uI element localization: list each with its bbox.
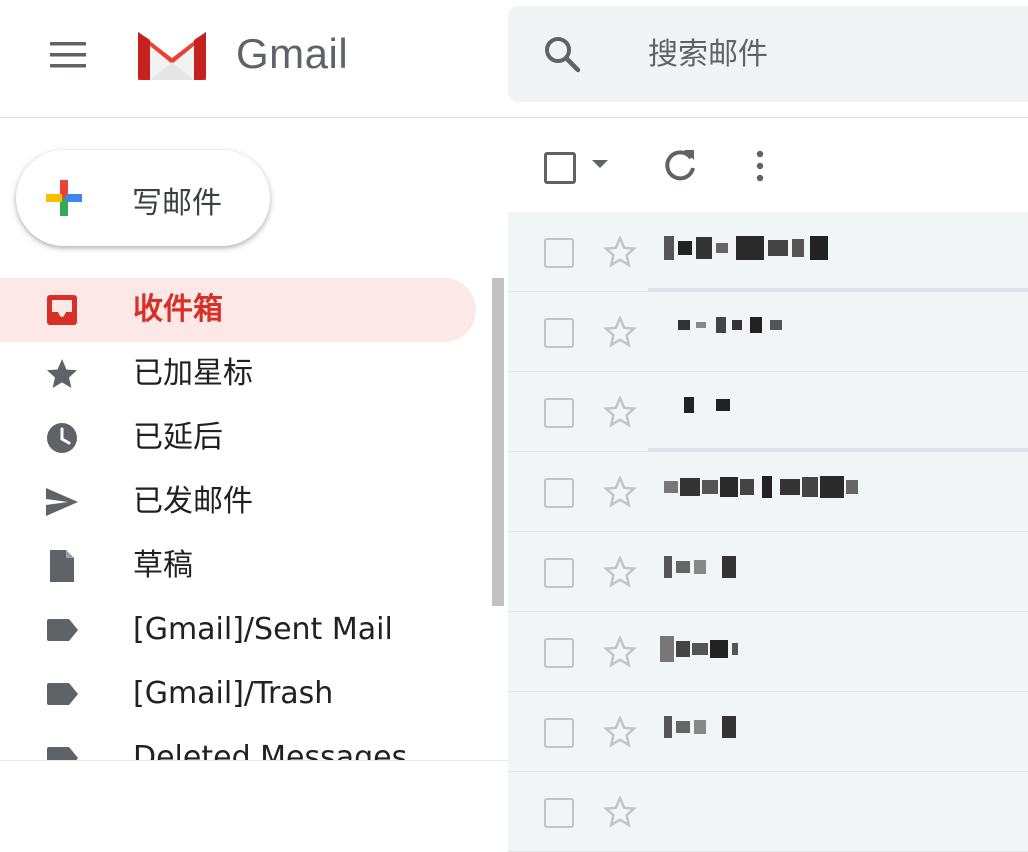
sidebar-nav: 收件箱 已加星标 已延后 已发邮件 草稿 [Gmail]/Sent Mail [… xyxy=(0,278,480,790)
star-outline-icon[interactable] xyxy=(602,714,638,750)
sidebar-item-label: 草稿 xyxy=(133,548,193,583)
sidebar-item-snoozed[interactable]: 已延后 xyxy=(0,406,476,470)
draft-icon xyxy=(44,548,80,584)
redacted-sender xyxy=(678,316,782,346)
redacted-sender xyxy=(664,716,736,746)
sidebar-item-label: [Gmail]/Trash xyxy=(133,676,334,711)
star-outline-icon[interactable] xyxy=(602,474,638,510)
mail-row[interactable] xyxy=(508,372,1028,454)
label-icon xyxy=(44,676,80,712)
select-caret-icon[interactable] xyxy=(592,160,608,168)
main-menu-button[interactable] xyxy=(40,30,96,80)
sidebar-item-drafts[interactable]: 草稿 xyxy=(0,534,476,598)
menu-icon xyxy=(50,42,86,68)
search-icon[interactable] xyxy=(542,34,582,74)
sidebar-item-inbox[interactable]: 收件箱 xyxy=(0,278,476,342)
sidebar-item-label: 已发邮件 xyxy=(133,484,253,519)
row-checkbox[interactable] xyxy=(544,478,574,508)
mail-row[interactable] xyxy=(508,532,1028,612)
compose-button[interactable]: 写邮件 xyxy=(16,150,270,246)
gmail-brand: Gmail xyxy=(236,30,349,77)
gmail-logo[interactable] xyxy=(134,26,210,82)
star-outline-icon[interactable] xyxy=(602,234,638,270)
redacted-sender xyxy=(664,476,858,506)
sidebar-item-sent[interactable]: 已发邮件 xyxy=(0,470,476,534)
compose-plus-icon xyxy=(46,180,82,216)
star-outline-icon[interactable] xyxy=(602,554,638,590)
star-outline-icon[interactable] xyxy=(602,794,638,830)
redacted-sender xyxy=(684,396,730,426)
sidebar-footer xyxy=(0,760,508,810)
row-checkbox[interactable] xyxy=(544,238,574,268)
star-outline-icon[interactable] xyxy=(602,394,638,430)
redacted-sender xyxy=(664,556,736,586)
mail-row[interactable] xyxy=(508,452,1028,532)
refresh-icon[interactable] xyxy=(660,146,700,186)
clock-icon xyxy=(44,420,80,456)
row-checkbox[interactable] xyxy=(544,398,574,428)
sidebar-item-label: 收件箱 xyxy=(133,292,223,327)
more-vert-icon[interactable] xyxy=(744,146,776,186)
search-bar[interactable] xyxy=(508,6,1028,102)
row-checkbox[interactable] xyxy=(544,558,574,588)
compose-label: 写邮件 xyxy=(132,186,222,221)
sidebar-item-label: [Gmail]/Sent Mail xyxy=(133,612,393,647)
send-icon xyxy=(44,484,80,520)
mail-toolbar xyxy=(508,120,1028,212)
inbox-icon xyxy=(44,292,80,328)
star-outline-icon[interactable] xyxy=(602,634,638,670)
redacted-sender xyxy=(660,636,738,666)
sidebar-scrollbar[interactable] xyxy=(492,278,504,606)
row-checkbox[interactable] xyxy=(544,718,574,748)
search-input[interactable] xyxy=(648,32,1028,76)
mail-list xyxy=(508,212,1028,852)
sidebar-item-sent-mail-label[interactable]: [Gmail]/Sent Mail xyxy=(0,598,476,662)
row-checkbox[interactable] xyxy=(544,318,574,348)
row-checkbox[interactable] xyxy=(544,638,574,668)
redacted-sender xyxy=(664,236,828,266)
row-checkbox[interactable] xyxy=(544,798,574,828)
star-icon xyxy=(44,356,80,392)
sidebar-item-trash-label[interactable]: [Gmail]/Trash xyxy=(0,662,476,726)
mail-row[interactable] xyxy=(508,692,1028,772)
sidebar-item-label: 已延后 xyxy=(133,420,223,455)
sidebar-item-label: 已加星标 xyxy=(133,356,253,391)
mail-row[interactable] xyxy=(508,612,1028,692)
mail-row[interactable] xyxy=(508,772,1028,852)
app-header: Gmail xyxy=(0,0,1028,118)
select-all-checkbox[interactable] xyxy=(544,152,576,184)
sidebar-item-starred[interactable]: 已加星标 xyxy=(0,342,476,406)
star-outline-icon[interactable] xyxy=(602,314,638,350)
label-icon xyxy=(44,612,80,648)
mail-row[interactable] xyxy=(508,212,1028,294)
mail-row[interactable] xyxy=(508,292,1028,372)
